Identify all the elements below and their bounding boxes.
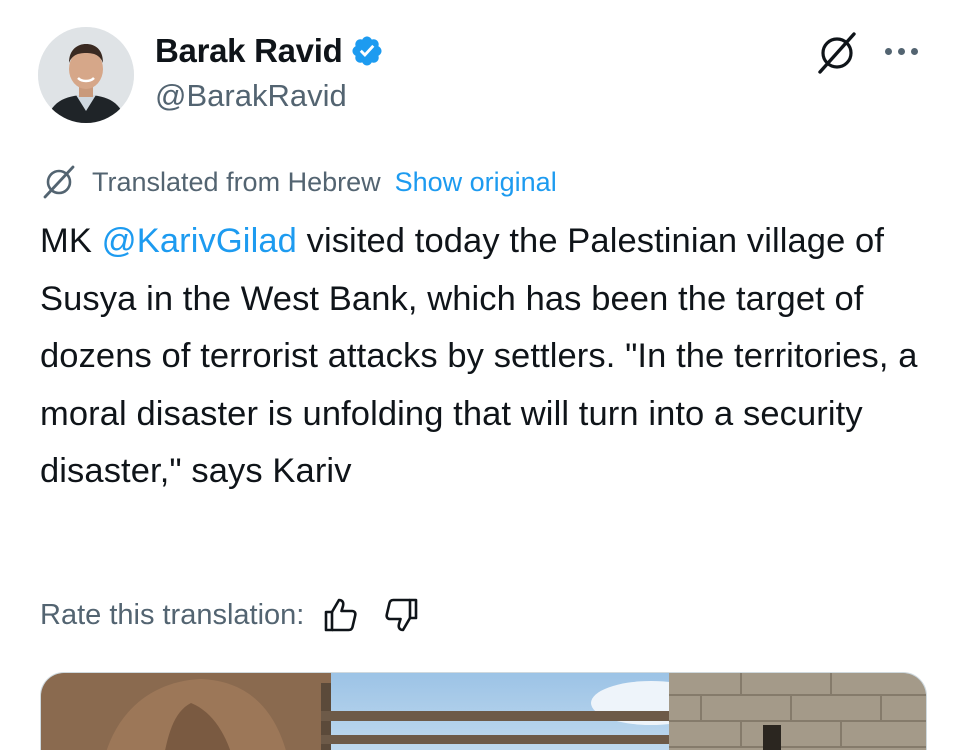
tweet-text: MK @KarivGilad visited today the Palesti… — [40, 213, 940, 501]
grok-icon[interactable] — [812, 30, 862, 76]
author-handle[interactable]: @BarakRavid — [155, 78, 347, 114]
tweet-media-image[interactable] — [40, 672, 927, 750]
mention-link[interactable]: @KarivGilad — [102, 222, 297, 260]
thumbs-up-icon[interactable] — [320, 595, 360, 635]
rate-translation-row: Rate this translation: — [40, 593, 422, 637]
more-options-icon[interactable] — [876, 34, 926, 68]
profile-photo-icon — [38, 27, 134, 123]
translation-bar: Translated from Hebrew Show original — [40, 163, 557, 201]
media-photo — [41, 673, 926, 750]
show-original-link[interactable]: Show original — [395, 167, 557, 198]
tweet-text-prefix: MK — [40, 222, 102, 260]
author-name-row[interactable]: Barak Ravid — [155, 30, 384, 72]
avatar[interactable] — [38, 27, 134, 123]
tweet-page: Barak Ravid @BarakRavid Translated from … — [0, 0, 965, 750]
author-display-name[interactable]: Barak Ravid — [155, 32, 343, 70]
rate-translation-label: Rate this translation: — [40, 598, 305, 631]
grok-translate-icon — [43, 165, 75, 199]
tweet-text-body: visited today the Palestinian village of… — [40, 222, 918, 490]
thumbs-down-icon[interactable] — [382, 595, 422, 635]
translated-from-label: Translated from Hebrew — [92, 166, 381, 197]
verified-badge-icon — [352, 36, 382, 66]
